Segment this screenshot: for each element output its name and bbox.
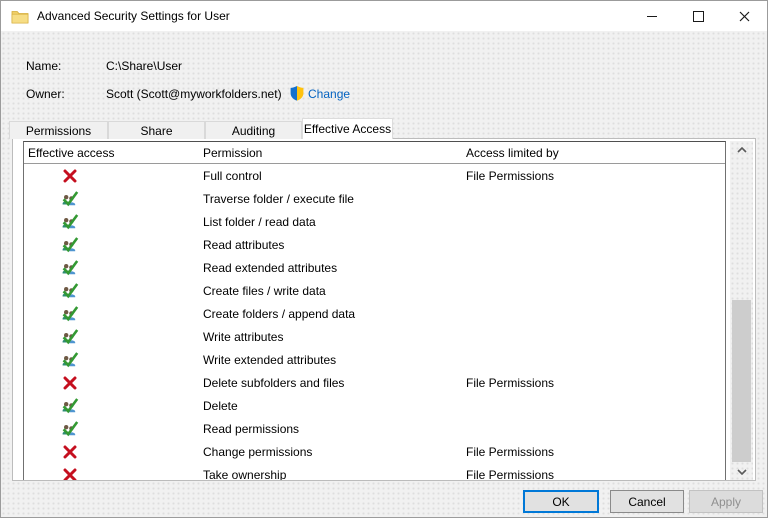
table-row[interactable]: Take ownership File Permissions	[24, 463, 725, 480]
tab-strip: PermissionsShareAuditingEffective Access	[9, 118, 393, 139]
column-header-effective-access[interactable]: Effective access	[24, 146, 203, 160]
column-header-access-limited-by[interactable]: Access limited by	[466, 146, 725, 160]
table-row[interactable]: Write attributes	[24, 325, 725, 348]
table-row[interactable]: Change permissions File Permissions	[24, 440, 725, 463]
permission-cell: Create files / write data	[203, 284, 466, 298]
chevron-down-icon	[737, 469, 747, 475]
access-limited-by-cell: File Permissions	[466, 468, 725, 481]
advanced-security-settings-dialog: Advanced Security Settings for User Name…	[0, 0, 768, 518]
red-x-icon	[60, 373, 79, 392]
owner-value: Scott (Scott@myworkfolders.net)	[106, 87, 282, 101]
close-icon	[739, 11, 750, 22]
users-check-icon	[60, 189, 79, 208]
effective-access-panel: Effective access Permission Access limit…	[12, 138, 756, 481]
table-row[interactable]: List folder / read data	[24, 210, 725, 233]
permission-cell: Read extended attributes	[203, 261, 466, 275]
users-check-icon	[60, 396, 79, 415]
permission-cell: Read attributes	[203, 238, 466, 252]
users-check-icon	[60, 327, 79, 346]
close-button[interactable]	[721, 1, 767, 31]
permission-cell: List folder / read data	[203, 215, 466, 229]
change-owner-link[interactable]: Change	[308, 87, 350, 101]
access-limited-by-cell: File Permissions	[466, 445, 725, 459]
table-row[interactable]: Create folders / append data	[24, 302, 725, 325]
owner-label: Owner:	[26, 87, 65, 101]
users-check-icon	[60, 212, 79, 231]
tab-share[interactable]: Share	[108, 121, 205, 139]
table-row[interactable]: Read extended attributes	[24, 256, 725, 279]
tab-effective-access[interactable]: Effective Access	[302, 118, 393, 139]
red-x-icon	[60, 442, 79, 461]
table-row[interactable]: Create files / write data	[24, 279, 725, 302]
cancel-button[interactable]: Cancel	[610, 490, 684, 513]
vertical-scrollbar	[730, 141, 753, 480]
permission-cell: Take ownership	[203, 468, 466, 481]
tab-auditing[interactable]: Auditing	[205, 121, 302, 139]
access-limited-by-cell: File Permissions	[466, 169, 725, 183]
table-row[interactable]: Read permissions	[24, 417, 725, 440]
permission-cell: Change permissions	[203, 445, 466, 459]
access-limited-by-cell: File Permissions	[466, 376, 725, 390]
uac-shield-icon	[289, 85, 305, 104]
table-row[interactable]: Full control File Permissions	[24, 164, 725, 187]
permission-cell: Read permissions	[203, 422, 466, 436]
table-row[interactable]: Delete	[24, 394, 725, 417]
window-controls	[629, 1, 767, 31]
red-x-icon	[60, 465, 79, 480]
name-value: C:\Share\User	[106, 59, 182, 73]
users-check-icon	[60, 235, 79, 254]
table-row[interactable]: Read attributes	[24, 233, 725, 256]
users-check-icon	[60, 419, 79, 438]
permission-cell: Delete	[203, 399, 466, 413]
minimize-button[interactable]	[629, 1, 675, 31]
users-check-icon	[60, 304, 79, 323]
minimize-icon	[647, 16, 657, 17]
window-title: Advanced Security Settings for User	[37, 9, 230, 23]
ok-button[interactable]: OK	[523, 490, 599, 513]
permission-cell: Write attributes	[203, 330, 466, 344]
maximize-icon	[693, 11, 704, 22]
table-header: Effective access Permission Access limit…	[24, 142, 725, 164]
effective-access-table: Effective access Permission Access limit…	[23, 141, 726, 480]
permission-cell: Create folders / append data	[203, 307, 466, 321]
users-check-icon	[60, 350, 79, 369]
scroll-up-button[interactable]	[730, 141, 753, 158]
table-rows: Full control File Permissions Traverse f…	[24, 164, 725, 480]
name-label: Name:	[26, 59, 61, 73]
scroll-down-button[interactable]	[730, 463, 753, 480]
permission-cell: Full control	[203, 169, 466, 183]
folder-icon	[11, 9, 29, 24]
red-x-icon	[60, 166, 79, 185]
permission-cell: Write extended attributes	[203, 353, 466, 367]
users-check-icon	[60, 258, 79, 277]
permission-cell: Traverse folder / execute file	[203, 192, 466, 206]
table-row[interactable]: Delete subfolders and files File Permiss…	[24, 371, 725, 394]
titlebar: Advanced Security Settings for User	[1, 1, 767, 31]
permission-cell: Delete subfolders and files	[203, 376, 466, 390]
table-row[interactable]: Traverse folder / execute file	[24, 187, 725, 210]
apply-button[interactable]: Apply	[689, 490, 763, 513]
scrollbar-thumb[interactable]	[732, 300, 751, 462]
column-header-permission[interactable]: Permission	[203, 146, 466, 160]
chevron-up-icon	[737, 147, 747, 153]
table-row[interactable]: Write extended attributes	[24, 348, 725, 371]
users-check-icon	[60, 281, 79, 300]
maximize-button[interactable]	[675, 1, 721, 31]
tab-permissions[interactable]: Permissions	[9, 121, 108, 139]
